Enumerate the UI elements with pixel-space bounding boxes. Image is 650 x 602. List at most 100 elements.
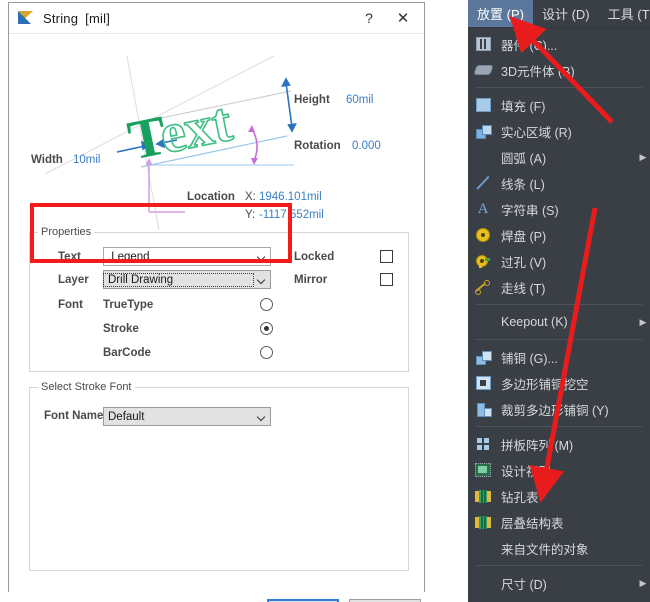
string-tool-icon [17,10,35,26]
locked-label: Locked [294,251,335,263]
menu-item-label: 多边形铺铜挖空 [501,377,589,392]
menu-item-work-guide[interactable]: 工作向导 (W) ▶ [468,596,650,602]
menu-item-label: 钻孔表 [501,490,539,505]
menu-item-label: 字符串 (S) [501,203,559,218]
menu-item-polygon-cutout[interactable]: 多边形铺铜挖空 [468,370,650,396]
menubar-item-tools[interactable]: 工具 (T [599,0,650,27]
menu-separator [476,87,642,88]
menu-item-fill[interactable]: 填充 (F) [468,92,650,118]
menu-item-label: 圆弧 (A) [501,151,547,166]
menu-item-polygon-pour[interactable]: 铺铜 (G)... [468,344,650,370]
menu-item-layer-stack-table[interactable]: 层叠结构表 [468,509,650,535]
menu-item-label: 填充 (F) [501,99,546,114]
menu-item-polygon-trim[interactable]: 裁剪多边形铺铜 (Y) [468,396,650,422]
menu-item-line[interactable]: 线条 (L) [468,170,650,196]
help-button[interactable]: ? [352,4,386,32]
preview-location-label: Location [187,191,235,203]
menu-item-via[interactable]: 过孔 (V) [468,248,650,274]
menu-item-label: Keepout (K) [501,315,568,329]
font-option-barcode-label: BarCode [103,347,151,359]
preview-width-value: 10mil [73,154,101,166]
menu-item-label: 线条 (L) [501,177,545,192]
solid-region-icon [472,123,494,139]
menu-item-label: 尺寸 (D) [501,577,547,592]
layer-combobox[interactable]: Drill Drawing [103,270,271,289]
menu-item-component[interactable]: 器件 (C)... [468,31,650,57]
string-icon: A [477,200,489,217]
text-field-label: Text [58,251,81,263]
menu-item-dimension[interactable]: 尺寸 (D) ▶ [468,570,650,596]
menu-item-label: 设计视图 [501,464,552,479]
menu-item-panel-array[interactable]: 拼板阵列 (M) [468,431,650,457]
no-icon [472,575,494,591]
no-icon [472,149,494,165]
mirror-checkbox[interactable] [380,273,393,286]
menu-item-label: 器件 (C)... [501,38,558,53]
menubar-item-place[interactable]: 放置 (P) [468,0,533,27]
string-properties-dialog: String [mil] ? ✕ T ext Height 60mil Rota… [8,2,425,602]
menu-item-drill-table[interactable]: 钻孔表 [468,483,650,509]
text-combobox-value: .Legend [108,250,150,263]
preview-height-label: Height [294,94,330,106]
locked-checkbox[interactable] [380,250,393,263]
properties-group: Properties Text .Legend Layer Drill Draw… [29,226,409,372]
menu-separator [476,339,642,340]
font-option-barcode-radio[interactable] [260,346,273,359]
polygon-pour-icon [472,349,494,365]
close-icon[interactable]: ✕ [386,4,420,32]
menu-separator [476,565,642,566]
polygon-trim-icon [472,401,494,417]
submenu-arrow-icon: ▶ [639,577,647,588]
menu-item-arc[interactable]: 圆弧 (A) ▶ [468,144,650,170]
string-preview: T ext Height 60mil Rotation 0.000 Width … [9,34,424,230]
menu-item-string[interactable]: A 字符串 (S) [468,196,650,222]
stroke-font-group-title: Select Stroke Font [38,381,135,393]
font-option-stroke-radio[interactable] [260,322,273,335]
text-combobox[interactable]: .Legend [103,247,271,266]
preview-location-y-label: Y: [245,209,256,221]
menu-item-pad[interactable]: 焊盘 (P) [468,222,650,248]
pad-icon [472,227,494,243]
menu-item-label: 拼板阵列 (M) [501,438,574,453]
menu-item-3d-body[interactable]: 3D元件体 (B) [468,57,650,83]
layer-stack-table-icon [472,514,494,530]
chevron-down-icon [253,271,270,288]
menu-item-label: 层叠结构表 [501,516,564,531]
menu-item-design-view[interactable]: 设计视图 [468,457,650,483]
svg-text:ext: ext [154,91,237,166]
menu-item-label: 焊盘 (P) [501,229,547,244]
dialog-title-unit: [mil] [85,10,111,26]
screenshot-root: String [mil] ? ✕ T ext Height 60mil Rota… [0,0,650,602]
menu-item-label: 裁剪多边形铺铜 (Y) [501,403,609,418]
panel-array-icon [472,436,494,452]
font-option-truetype-label: TrueType [103,299,154,311]
design-view-icon [472,462,494,478]
menu-item-track[interactable]: 走线 (T) [468,274,650,300]
submenu-arrow-icon: ▶ [639,316,647,327]
mirror-label: Mirror [294,274,328,286]
font-label: Font [58,299,83,311]
polygon-cutout-icon [472,375,494,391]
menu-item-object-from-file[interactable]: 来自文件的对象 [468,535,650,561]
menu-separator [476,426,642,427]
preview-location-x-label: X: [245,191,256,203]
dialog-title: String [mil] [43,11,110,26]
menu-item-label: 走线 (T) [501,281,546,296]
menu-item-solid-region[interactable]: 实心区域 (R) [468,118,650,144]
menubar-item-design[interactable]: 设计 (D) [533,0,599,27]
font-name-combobox-value: Default [108,410,145,423]
menu-item-label: 铺铜 (G)... [501,351,558,366]
placement-menu-panel: 放置 (P) 设计 (D) 工具 (T 器件 (C)... 3D元件体 (B) … [468,0,650,602]
menu-item-keepout[interactable]: Keepout (K) ▶ [468,309,650,335]
menu-item-label: 来自文件的对象 [501,542,589,557]
fill-icon [472,97,494,113]
preview-location-y-value: -1117.552mil [259,209,324,221]
preview-height-value: 60mil [346,94,374,106]
menu-item-label: 过孔 (V) [501,255,547,270]
menu-item-label: 实心区域 (R) [501,125,572,140]
menu-bar: 放置 (P) 设计 (D) 工具 (T [468,0,650,28]
preview-location-x-value: 1946.101mil [259,191,322,203]
font-name-combobox[interactable]: Default [103,407,271,426]
font-option-truetype-radio[interactable] [260,298,273,311]
drill-table-icon [472,488,494,504]
